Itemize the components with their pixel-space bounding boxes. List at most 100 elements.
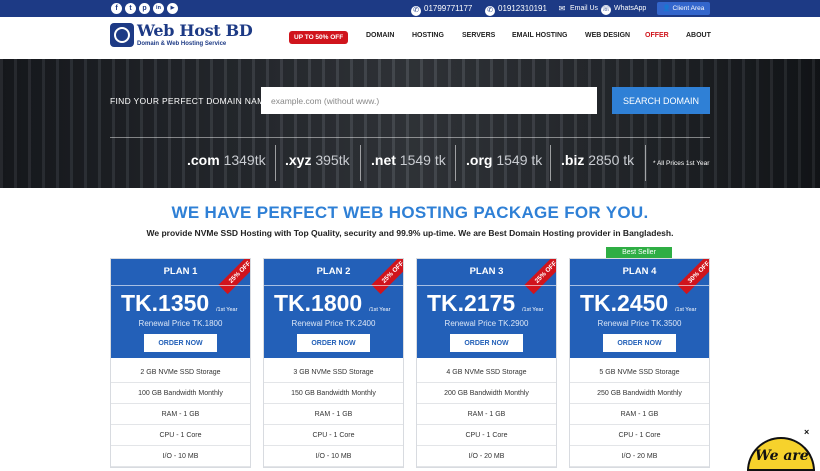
tld-separator — [645, 145, 646, 181]
whatsapp-link[interactable]: ☏ WhatsApp — [601, 0, 646, 17]
client-area-button[interactable]: 👤 Client Area — [657, 2, 710, 15]
plan-card-3: PLAN 3 25% OFF TK.2175 /1st Year Renewal… — [416, 258, 557, 468]
linkedin-icon[interactable]: in — [153, 3, 164, 14]
user-icon: 👤 — [662, 5, 671, 12]
feature-storage: 5 GB NVMe SSD Storage — [570, 362, 709, 383]
phone-icon: ✆ — [411, 6, 421, 16]
plan-header: PLAN 1 25% OFF TK.1350 /1st Year Renewal… — [111, 259, 250, 358]
feature-ram: RAM - 1 GB — [264, 404, 403, 425]
tld-separator — [275, 145, 276, 181]
feature-bandwidth: 150 GB Bandwidth Monthly — [264, 383, 403, 404]
plan-header: PLAN 3 25% OFF TK.2175 /1st Year Renewal… — [417, 259, 556, 358]
tld-com: .com 1349tk — [187, 152, 266, 168]
search-domain-button[interactable]: SEARCH DOMAIN — [612, 87, 710, 114]
tld-xyz: .xyz 395tk — [285, 152, 350, 168]
prices-note: * All Prices 1st Year — [653, 160, 710, 167]
feature-cpu: CPU - 1 Core — [417, 425, 556, 446]
plan-divider — [570, 285, 709, 286]
section-headline: WE HAVE PERFECT WEB HOSTING PACKAGE FOR … — [171, 203, 649, 222]
renewal-price: Renewal Price TK.2900 — [444, 319, 529, 328]
price-period: /1st Year — [675, 307, 697, 313]
chat-widget-text: We are — [755, 448, 809, 464]
feature-io: I/O - 10 MB — [111, 446, 250, 467]
plan-price: TK.1800 — [274, 290, 363, 316]
order-now-button[interactable]: ORDER NOW — [450, 334, 523, 352]
tld-separator — [455, 145, 456, 181]
plan-divider — [264, 285, 403, 286]
plan-price: TK.2450 — [580, 290, 669, 316]
top-bar: f t p in ▶ ✆ 01799771177 ✆ 01912310191 ✉ Em… — [0, 0, 820, 17]
feature-ram: RAM - 1 GB — [111, 404, 250, 425]
plan-card-2: PLAN 2 25% OFF TK.1800 /1st Year Renewal… — [263, 258, 404, 468]
phone-2-text: 01912310191 — [498, 4, 547, 13]
price-period: /1st Year — [216, 307, 238, 313]
plan-header: PLAN 2 25% OFF TK.1800 /1st Year Renewal… — [264, 259, 403, 358]
tld-org: .org 1549 tk — [466, 152, 543, 168]
plan-card-1: PLAN 1 25% OFF TK.1350 /1st Year Renewal… — [110, 258, 251, 468]
nav-about[interactable]: ABOUT — [686, 32, 711, 39]
feature-storage: 4 GB NVMe SSD Storage — [417, 362, 556, 383]
nav-offer[interactable]: OFFER — [645, 32, 669, 39]
nav-domain[interactable]: DOMAIN — [366, 32, 394, 39]
whatsapp-label: WhatsApp — [614, 5, 647, 12]
feature-ram: RAM - 1 GB — [570, 404, 709, 425]
email-link[interactable]: ✉ Email Us — [557, 0, 598, 17]
close-icon[interactable]: × — [804, 427, 809, 437]
feature-ram: RAM - 1 GB — [417, 404, 556, 425]
feature-storage: 2 GB NVMe SSD Storage — [111, 362, 250, 383]
feature-cpu: CPU - 1 Core — [111, 425, 250, 446]
order-now-button[interactable]: ORDER NOW — [144, 334, 217, 352]
plan-divider — [417, 285, 556, 286]
domain-search-input[interactable] — [261, 87, 597, 114]
plan-price: TK.2175 — [427, 290, 516, 316]
price-period: /1st Year — [369, 307, 391, 313]
phone-2[interactable]: ✆ 01912310191 — [485, 0, 547, 17]
section-subline: We provide NVMe SSD Hosting with Top Qua… — [146, 228, 674, 238]
feature-bandwidth: 250 GB Bandwidth Monthly — [570, 383, 709, 404]
feature-io: I/O - 10 MB — [264, 446, 403, 467]
nav-web-design[interactable]: WEB DESIGN — [585, 32, 630, 39]
price-period: /1st Year — [522, 307, 544, 313]
feature-cpu: CPU - 1 Core — [570, 425, 709, 446]
renewal-price: Renewal Price TK.2400 — [291, 319, 376, 328]
youtube-icon[interactable]: ▶ — [167, 3, 178, 14]
logo-subtitle: Domain & Web Hosting Service — [137, 41, 227, 47]
chat-widget[interactable]: We are — [747, 437, 815, 471]
best-seller-tag: Best Seller — [606, 247, 672, 258]
order-now-button[interactable]: ORDER NOW — [603, 334, 676, 352]
hero-divider — [110, 137, 710, 138]
facebook-icon[interactable]: f — [111, 3, 122, 14]
envelope-icon: ✉ — [558, 4, 566, 13]
twitter-icon[interactable]: t — [125, 3, 136, 14]
find-domain-label: FIND YOUR PERFECT DOMAIN NAME: — [110, 96, 274, 106]
renewal-price: Renewal Price TK.3500 — [597, 319, 682, 328]
nav-servers[interactable]: SERVERS — [462, 32, 495, 39]
phone-1[interactable]: ✆ 01799771177 — [411, 0, 472, 17]
nav-hosting[interactable]: HOSTING — [412, 32, 444, 39]
logo-title[interactable]: Web Host BD — [137, 21, 253, 40]
phone-1-text: 01799771177 — [424, 4, 473, 13]
feature-bandwidth: 100 GB Bandwidth Monthly — [111, 383, 250, 404]
plan-price: TK.1350 — [121, 290, 210, 316]
logo-icon[interactable] — [110, 23, 134, 47]
email-label: Email Us — [570, 5, 599, 12]
feature-cpu: CPU - 1 Core — [264, 425, 403, 446]
pinterest-icon[interactable]: p — [139, 3, 150, 14]
plan-card-4: PLAN 4 30% OFF TK.2450 /1st Year Renewal… — [569, 258, 710, 468]
feature-storage: 3 GB NVMe SSD Storage — [264, 362, 403, 383]
header: Web Host BD Domain & Web Hosting Service… — [0, 17, 820, 59]
whatsapp-icon: ☏ — [601, 5, 611, 15]
client-area-label: Client Area — [672, 5, 705, 12]
renewal-price: Renewal Price TK.1800 — [138, 319, 223, 328]
nav-email-hosting[interactable]: EMAIL HOSTING — [512, 32, 567, 39]
feature-io: I/O - 20 MB — [570, 446, 709, 467]
tld-biz: .biz 2850 tk — [561, 152, 635, 168]
offer-badge[interactable]: UP TO 50% OFF — [289, 31, 349, 44]
order-now-button[interactable]: ORDER NOW — [297, 334, 370, 352]
plan-divider — [111, 285, 250, 286]
hero-background — [0, 59, 820, 188]
tld-separator — [550, 145, 551, 181]
phone-icon: ✆ — [485, 6, 495, 16]
tld-separator — [360, 145, 361, 181]
feature-bandwidth: 200 GB Bandwidth Monthly — [417, 383, 556, 404]
